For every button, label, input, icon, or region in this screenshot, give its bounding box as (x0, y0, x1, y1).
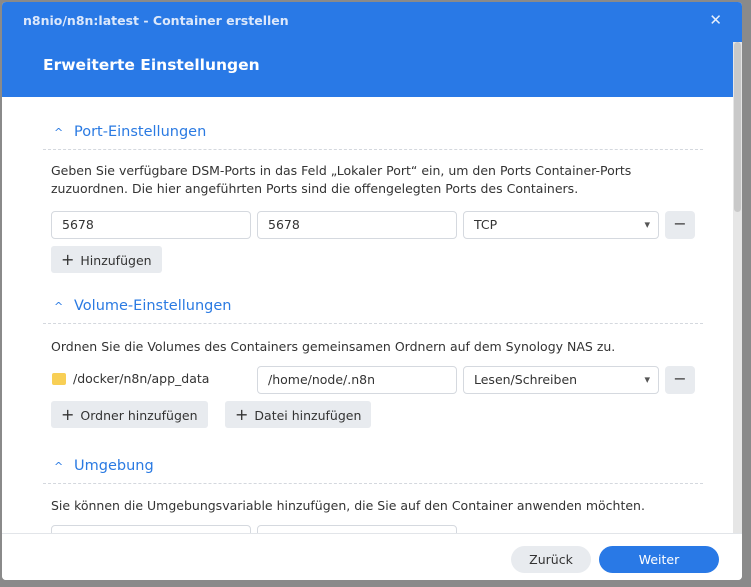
plus-icon: + (61, 250, 75, 269)
section-title: Umgebung (74, 458, 154, 474)
dialog: n8nio/n8n:latest - Container erstellen ✕… (2, 2, 742, 580)
window-title: n8nio/n8n:latest - Container erstellen (23, 13, 289, 28)
scrollbar[interactable] (733, 42, 742, 535)
scrollbar-thumb[interactable] (734, 42, 741, 212)
add-folder-button[interactable]: + Ordner hinzufügen (51, 401, 208, 428)
button-label: Datei hinzufügen (254, 408, 362, 423)
add-file-button[interactable]: + Datei hinzufügen (225, 401, 372, 428)
back-button[interactable]: Zurück (511, 546, 591, 573)
remove-port-button[interactable]: − (665, 211, 695, 239)
plus-icon: + (61, 405, 75, 424)
chevron-up-icon: ^ (54, 126, 64, 139)
close-icon[interactable]: ✕ (709, 11, 722, 29)
volumes-description: Ordnen Sie die Volumes des Containers ge… (51, 339, 616, 354)
remove-volume-button[interactable]: − (665, 366, 695, 394)
section-volume-toggle[interactable]: ^ Volume-Einstellungen (54, 298, 231, 314)
divider (43, 323, 703, 324)
mount-path-input[interactable]: /home/node/.n8n (257, 366, 457, 394)
folder-icon (52, 373, 66, 385)
add-port-button[interactable]: + Hinzufügen (51, 246, 162, 273)
step-title: Erweiterte Einstellungen (43, 56, 260, 74)
dialog-header: n8nio/n8n:latest - Container erstellen ✕… (2, 2, 742, 97)
local-port-input[interactable]: 5678 (51, 211, 251, 239)
next-button[interactable]: Weiter (599, 546, 719, 573)
mode-select[interactable]: Lesen/Schreiben (463, 366, 659, 394)
divider (43, 483, 703, 484)
ports-description: Geben Sie verfügbare DSM-Ports in das Fe… (51, 163, 632, 196)
dialog-footer: Zurück Weiter (2, 533, 742, 580)
section-title: Port-Einstellungen (74, 124, 207, 140)
host-path: /docker/n8n/app_data (73, 371, 210, 386)
chevron-up-icon: ^ (54, 460, 64, 473)
divider (43, 149, 703, 150)
section-env-toggle[interactable]: ^ Umgebung (54, 458, 154, 474)
container-port-input[interactable]: 5678 (257, 211, 457, 239)
protocol-select[interactable]: TCP (463, 211, 659, 239)
section-port-toggle[interactable]: ^ Port-Einstellungen (54, 124, 206, 140)
env-description: Sie können die Umgebungsvariable hinzufü… (51, 498, 645, 513)
section-title: Volume-Einstellungen (74, 298, 232, 314)
chevron-up-icon: ^ (54, 300, 64, 313)
button-label: Hinzufügen (80, 253, 152, 268)
plus-icon: + (235, 405, 249, 424)
button-label: Ordner hinzufügen (80, 408, 198, 423)
